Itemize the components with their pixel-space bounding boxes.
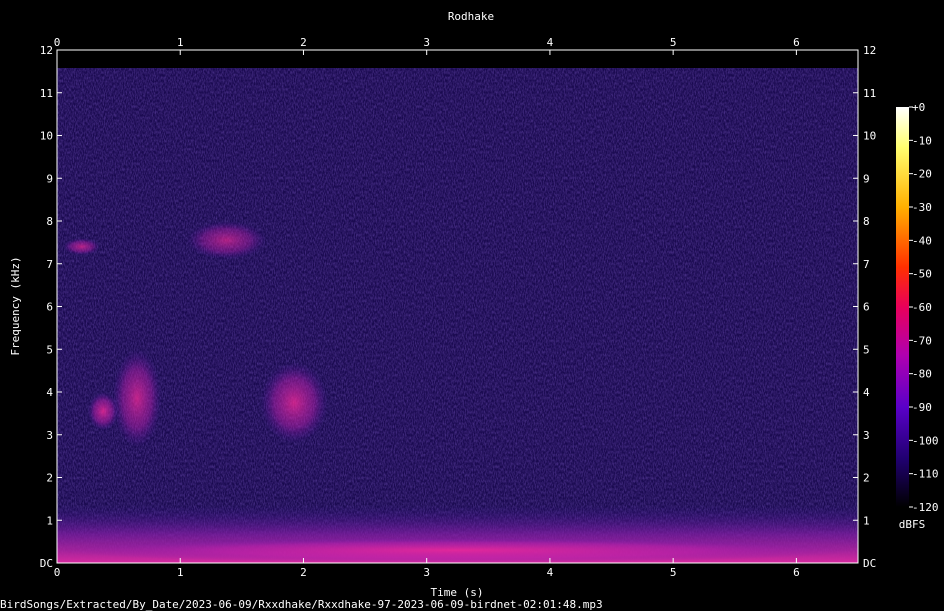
colorbar-tick-label: -120 (912, 501, 939, 514)
y-tick-label-right: 12 (863, 44, 876, 57)
y-tick-label-right: 10 (863, 130, 876, 143)
x-tick-label-bottom: 3 (423, 566, 430, 579)
colorbar-tick-label: -30 (912, 201, 932, 214)
y-tick-label-left: 12 (40, 44, 53, 57)
y-tick-label-left: 3 (46, 429, 53, 442)
y-tick-label-left: 7 (46, 258, 53, 271)
y-tick-label-left: 6 (46, 301, 53, 314)
colorbar-tick-label: -50 (912, 268, 932, 281)
x-tick-label-top: 5 (670, 36, 677, 49)
y-tick-label-left: 10 (40, 130, 53, 143)
call-event-blob (63, 238, 101, 256)
x-tick-label-top: 6 (793, 36, 800, 49)
x-tick-label-bottom: 2 (300, 566, 307, 579)
y-tick-label-left: 4 (46, 386, 53, 399)
x-tick-label-bottom: 4 (547, 566, 554, 579)
y-tick-label-left: 2 (46, 472, 53, 485)
x-tick-label-bottom: 5 (670, 566, 677, 579)
y-tick-label-left: 1 (46, 514, 53, 527)
y-tick-label-right: 6 (863, 301, 870, 314)
x-tick-label-top: 3 (423, 36, 430, 49)
colorbar-label: dBFS (899, 518, 926, 531)
colorbar-tick-label: +0 (912, 101, 925, 114)
y-tick-label-right: 11 (863, 87, 876, 100)
y-tick-label-left: 8 (46, 215, 53, 228)
x-tick-label-bottom: 1 (177, 566, 184, 579)
y-tick-label-right: DC (863, 557, 876, 570)
y-tick-label-left: 9 (46, 172, 53, 185)
colorbar-tick-label: -60 (912, 301, 932, 314)
y-tick-label-left: 11 (40, 87, 53, 100)
y-axis-label: Frequency (kHz) (9, 256, 22, 355)
colorbar-tick-label: -110 (912, 468, 939, 481)
y-tick-label-left: 5 (46, 343, 53, 356)
x-tick-label-top: 4 (547, 36, 554, 49)
y-tick-label-right: 7 (863, 258, 870, 271)
colorbar (896, 107, 909, 507)
y-tick-label-right: 2 (863, 472, 870, 485)
y-tick-label-right: 3 (863, 429, 870, 442)
call-event-blob (260, 362, 329, 444)
colorbar-tick-label: -70 (912, 334, 932, 347)
y-tick-label-right: 1 (863, 514, 870, 527)
call-event-blob (57, 537, 858, 563)
colorbar-ticks: +0 -10 -20 -30 -40 -50 -60 -70 -80 -90 -100 -110 -12… (909, 101, 939, 514)
file-path: BirdSongs/Extracted/By_Date/2023-06-09/R… (0, 598, 603, 611)
colorbar-tick-label: -20 (912, 168, 932, 181)
y-tick-label-right: 8 (863, 215, 870, 228)
colorbar-tick-label: -90 (912, 401, 932, 414)
x-tick-label-top: 2 (300, 36, 307, 49)
colorbar-tick-label: -10 (912, 134, 932, 147)
x-tick-label-top: 0 (54, 36, 61, 49)
y-tick-label-right: 9 (863, 172, 870, 185)
colorbar-tick-label: -80 (912, 368, 932, 381)
spectrogram-plot-area (57, 50, 858, 563)
chart-title: Rodhake (448, 10, 494, 23)
y-tick-label-left: DC (40, 557, 53, 570)
x-tick-label-top: 1 (177, 36, 184, 49)
colorbar-tick-label: -40 (912, 234, 932, 247)
y-tick-label-right: 4 (863, 386, 870, 399)
spectrogram-chart: 00112233445566 DC DC1 12 23 34 45 56 67 78 89 910 1… (0, 10, 939, 611)
x-tick-label-bottom: 0 (54, 566, 61, 579)
call-event-blob (112, 349, 162, 448)
call-event-blob (186, 221, 267, 260)
y-tick-label-right: 5 (863, 343, 870, 356)
colorbar-tick-label: -100 (912, 434, 939, 447)
x-tick-label-bottom: 6 (793, 566, 800, 579)
